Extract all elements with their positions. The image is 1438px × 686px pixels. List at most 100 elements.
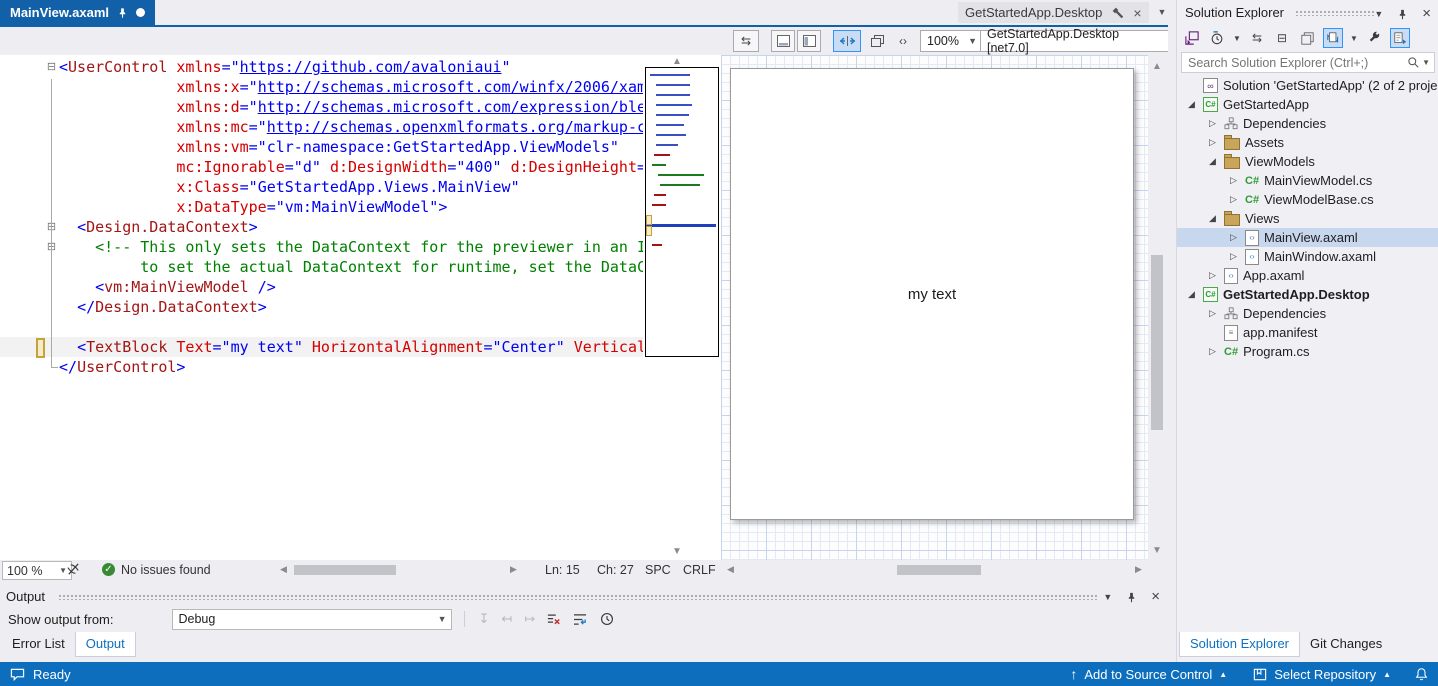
code-line[interactable]: x:DataType="vm:MainViewModel"> (0, 197, 643, 217)
scrollbar-thumb[interactable] (1151, 255, 1163, 430)
pin-icon[interactable] (1397, 8, 1408, 20)
swap-views-button[interactable]: ⇆ (733, 30, 759, 52)
tree-row[interactable]: ▷‹›MainWindow.axaml (1177, 247, 1438, 266)
tree-row[interactable]: ◢C#GetStartedApp (1177, 95, 1438, 114)
code-line[interactable]: </UserControl> (0, 357, 643, 377)
wrench-icon[interactable] (1365, 29, 1383, 47)
solution-search-box[interactable]: ▼ (1181, 52, 1435, 73)
scroll-down-icon[interactable]: ▼ (1152, 545, 1162, 556)
close-icon[interactable]: × (1133, 6, 1141, 20)
chevron-down-icon[interactable]: ▼ (1350, 29, 1358, 47)
tree-row[interactable]: ▷C#MainViewModel.cs (1177, 171, 1438, 190)
tree-row[interactable]: ◢Views (1177, 209, 1438, 228)
tree-expander-icon[interactable]: ◢ (1206, 156, 1219, 167)
tree-row[interactable]: ▷C#Program.cs (1177, 342, 1438, 361)
tree-row[interactable]: ◢ViewModels (1177, 152, 1438, 171)
space-mode-indicator[interactable]: SPC (645, 563, 671, 577)
tree-expander-icon[interactable]: ▷ (1206, 137, 1219, 148)
code-line[interactable]: x:Class="GetStartedApp.Views.MainView" (0, 177, 643, 197)
hscroll-right-icon[interactable]: ▶ (510, 564, 517, 575)
tree-expander-icon[interactable]: ▷ (1227, 251, 1240, 262)
split-vertical-button[interactable] (797, 30, 821, 52)
fit-width-button[interactable] (833, 30, 861, 52)
source-minimap[interactable] (645, 67, 719, 357)
tree-expander-icon[interactable]: ◢ (1185, 289, 1198, 300)
preview-disabled-icon[interactable] (66, 562, 81, 577)
tree-row[interactable]: ▷‹›MainView.axaml (1177, 228, 1438, 247)
tab-git-changes[interactable]: Git Changes (1300, 632, 1392, 657)
tree-row[interactable]: ▷Dependencies (1177, 114, 1438, 133)
hscroll-left-icon[interactable]: ◀ (280, 564, 287, 575)
view-code-button[interactable]: ‹› (892, 30, 914, 52)
code-line[interactable]: xmlns:mc="http://schemas.openxmlformats.… (0, 117, 643, 137)
word-wrap-icon[interactable] (573, 613, 588, 626)
chevron-down-icon[interactable]: ▼ (1422, 58, 1430, 67)
scroll-up-icon[interactable]: ▲ (1152, 61, 1162, 72)
hscroll-right-icon[interactable]: ▶ (1135, 564, 1142, 575)
editor-overview-column[interactable]: ▲ ▼ (643, 55, 721, 560)
collapse-all-icon[interactable]: ⊟ (1273, 29, 1291, 47)
hscroll-left-icon[interactable]: ◀ (727, 564, 734, 575)
tree-expander-icon[interactable]: ▷ (1227, 194, 1240, 205)
previewer-hscroll-thumb[interactable] (897, 565, 981, 575)
tab-error-list[interactable]: Error List (2, 632, 75, 657)
tree-expander-icon[interactable]: ▷ (1206, 270, 1219, 281)
tree-row[interactable]: ▷C#ViewModelBase.cs (1177, 190, 1438, 209)
tree-row[interactable]: ≡app.manifest (1177, 323, 1438, 342)
xaml-editor[interactable]: ⊟<UserControl xmlns="https://github.com/… (0, 55, 643, 560)
tree-row[interactable]: ▷Assets (1177, 133, 1438, 152)
tree-row[interactable]: ▷‹›App.axaml (1177, 266, 1438, 285)
properties-icon[interactable] (1298, 29, 1316, 47)
notifications-bell-icon[interactable] (1415, 667, 1428, 681)
search-input[interactable] (1182, 56, 1407, 70)
chevron-down-icon[interactable]: ▼ (1158, 8, 1167, 17)
switch-views-icon[interactable] (1183, 29, 1201, 47)
code-line[interactable]: xmlns:x="http://schemas.microsoft.com/wi… (0, 77, 643, 97)
code-line[interactable]: </Design.DataContext> (0, 297, 643, 317)
tree-row[interactable]: ◢C#GetStartedApp.Desktop (1177, 285, 1438, 304)
tree-expander-icon[interactable]: ◢ (1185, 99, 1198, 110)
editor-zoom-combo[interactable]: 100 %▼ (2, 561, 72, 580)
close-icon[interactable]: × (1422, 5, 1431, 22)
code-line[interactable]: mc:Ignorable="d" d:DesignWidth="400" d:D… (0, 157, 643, 177)
tree-expander-icon[interactable]: ▷ (1206, 118, 1219, 129)
sync-icon[interactable]: ⇆ (1248, 29, 1266, 47)
code-line[interactable]: <vm:MainViewModel /> (0, 277, 643, 297)
preview-target-combo[interactable]: GetStartedApp.Desktop [net7.0]▼ (980, 30, 1180, 52)
chevron-down-icon[interactable]: ▼ (1374, 9, 1383, 19)
tree-expander-icon[interactable]: ▷ (1227, 232, 1240, 243)
output-header[interactable]: Output ▼ × (0, 586, 1168, 606)
pin-icon[interactable] (1126, 591, 1137, 603)
solution-explorer-header[interactable]: Solution Explorer ▼ × (1177, 0, 1438, 25)
build-hammer-icon[interactable] (1111, 6, 1124, 19)
pending-changes-filter-icon[interactable] (1208, 29, 1226, 47)
clear-all-icon[interactable] (547, 613, 561, 626)
split-horizontal-button[interactable] (771, 30, 795, 52)
timestamp-icon[interactable] (600, 612, 614, 626)
scroll-down-icon[interactable]: ▼ (672, 547, 682, 557)
code-line[interactable]: ⊟ <Design.DataContext> (0, 217, 643, 237)
issues-status[interactable]: No issues found (121, 563, 211, 577)
output-source-combo[interactable]: Debug▼ (172, 609, 452, 630)
tree-expander-icon[interactable]: ▷ (1227, 175, 1240, 186)
panel-splitter[interactable] (1168, 0, 1176, 662)
fold-collapse-icon[interactable]: ⊟ (44, 57, 59, 77)
close-icon[interactable]: × (1151, 588, 1160, 605)
tab-mainview-axaml[interactable]: MainView.axaml (0, 0, 155, 25)
eol-indicator[interactable]: CRLF (683, 563, 716, 577)
tab-solution-explorer[interactable]: Solution Explorer (1179, 632, 1300, 657)
preview-zoom-combo[interactable]: 100%▼ (920, 30, 982, 52)
tree-row[interactable]: ▷Dependencies (1177, 304, 1438, 323)
scroll-up-icon[interactable]: ▲ (672, 57, 682, 67)
tab-output[interactable]: Output (75, 632, 136, 657)
code-line[interactable]: xmlns:vm="clr-namespace:GetStartedApp.Vi… (0, 137, 643, 157)
chevron-down-icon[interactable]: ▼ (1103, 592, 1112, 602)
pin-icon[interactable] (117, 7, 128, 18)
add-to-source-control-button[interactable]: ↑ Add to Source Control ▲ (1070, 666, 1227, 682)
select-repository-button[interactable]: Select Repository ▲ (1253, 667, 1391, 682)
code-line[interactable]: ⊟<UserControl xmlns="https://github.com/… (0, 57, 643, 77)
tree-expander-icon[interactable]: ▷ (1206, 308, 1219, 319)
previewer-vertical-scrollbar[interactable]: ▲ ▼ (1148, 55, 1168, 560)
tree-expander-icon[interactable]: ▷ (1206, 346, 1219, 357)
code-line[interactable]: ⊟ <!-- This only sets the DataContext fo… (0, 237, 643, 257)
